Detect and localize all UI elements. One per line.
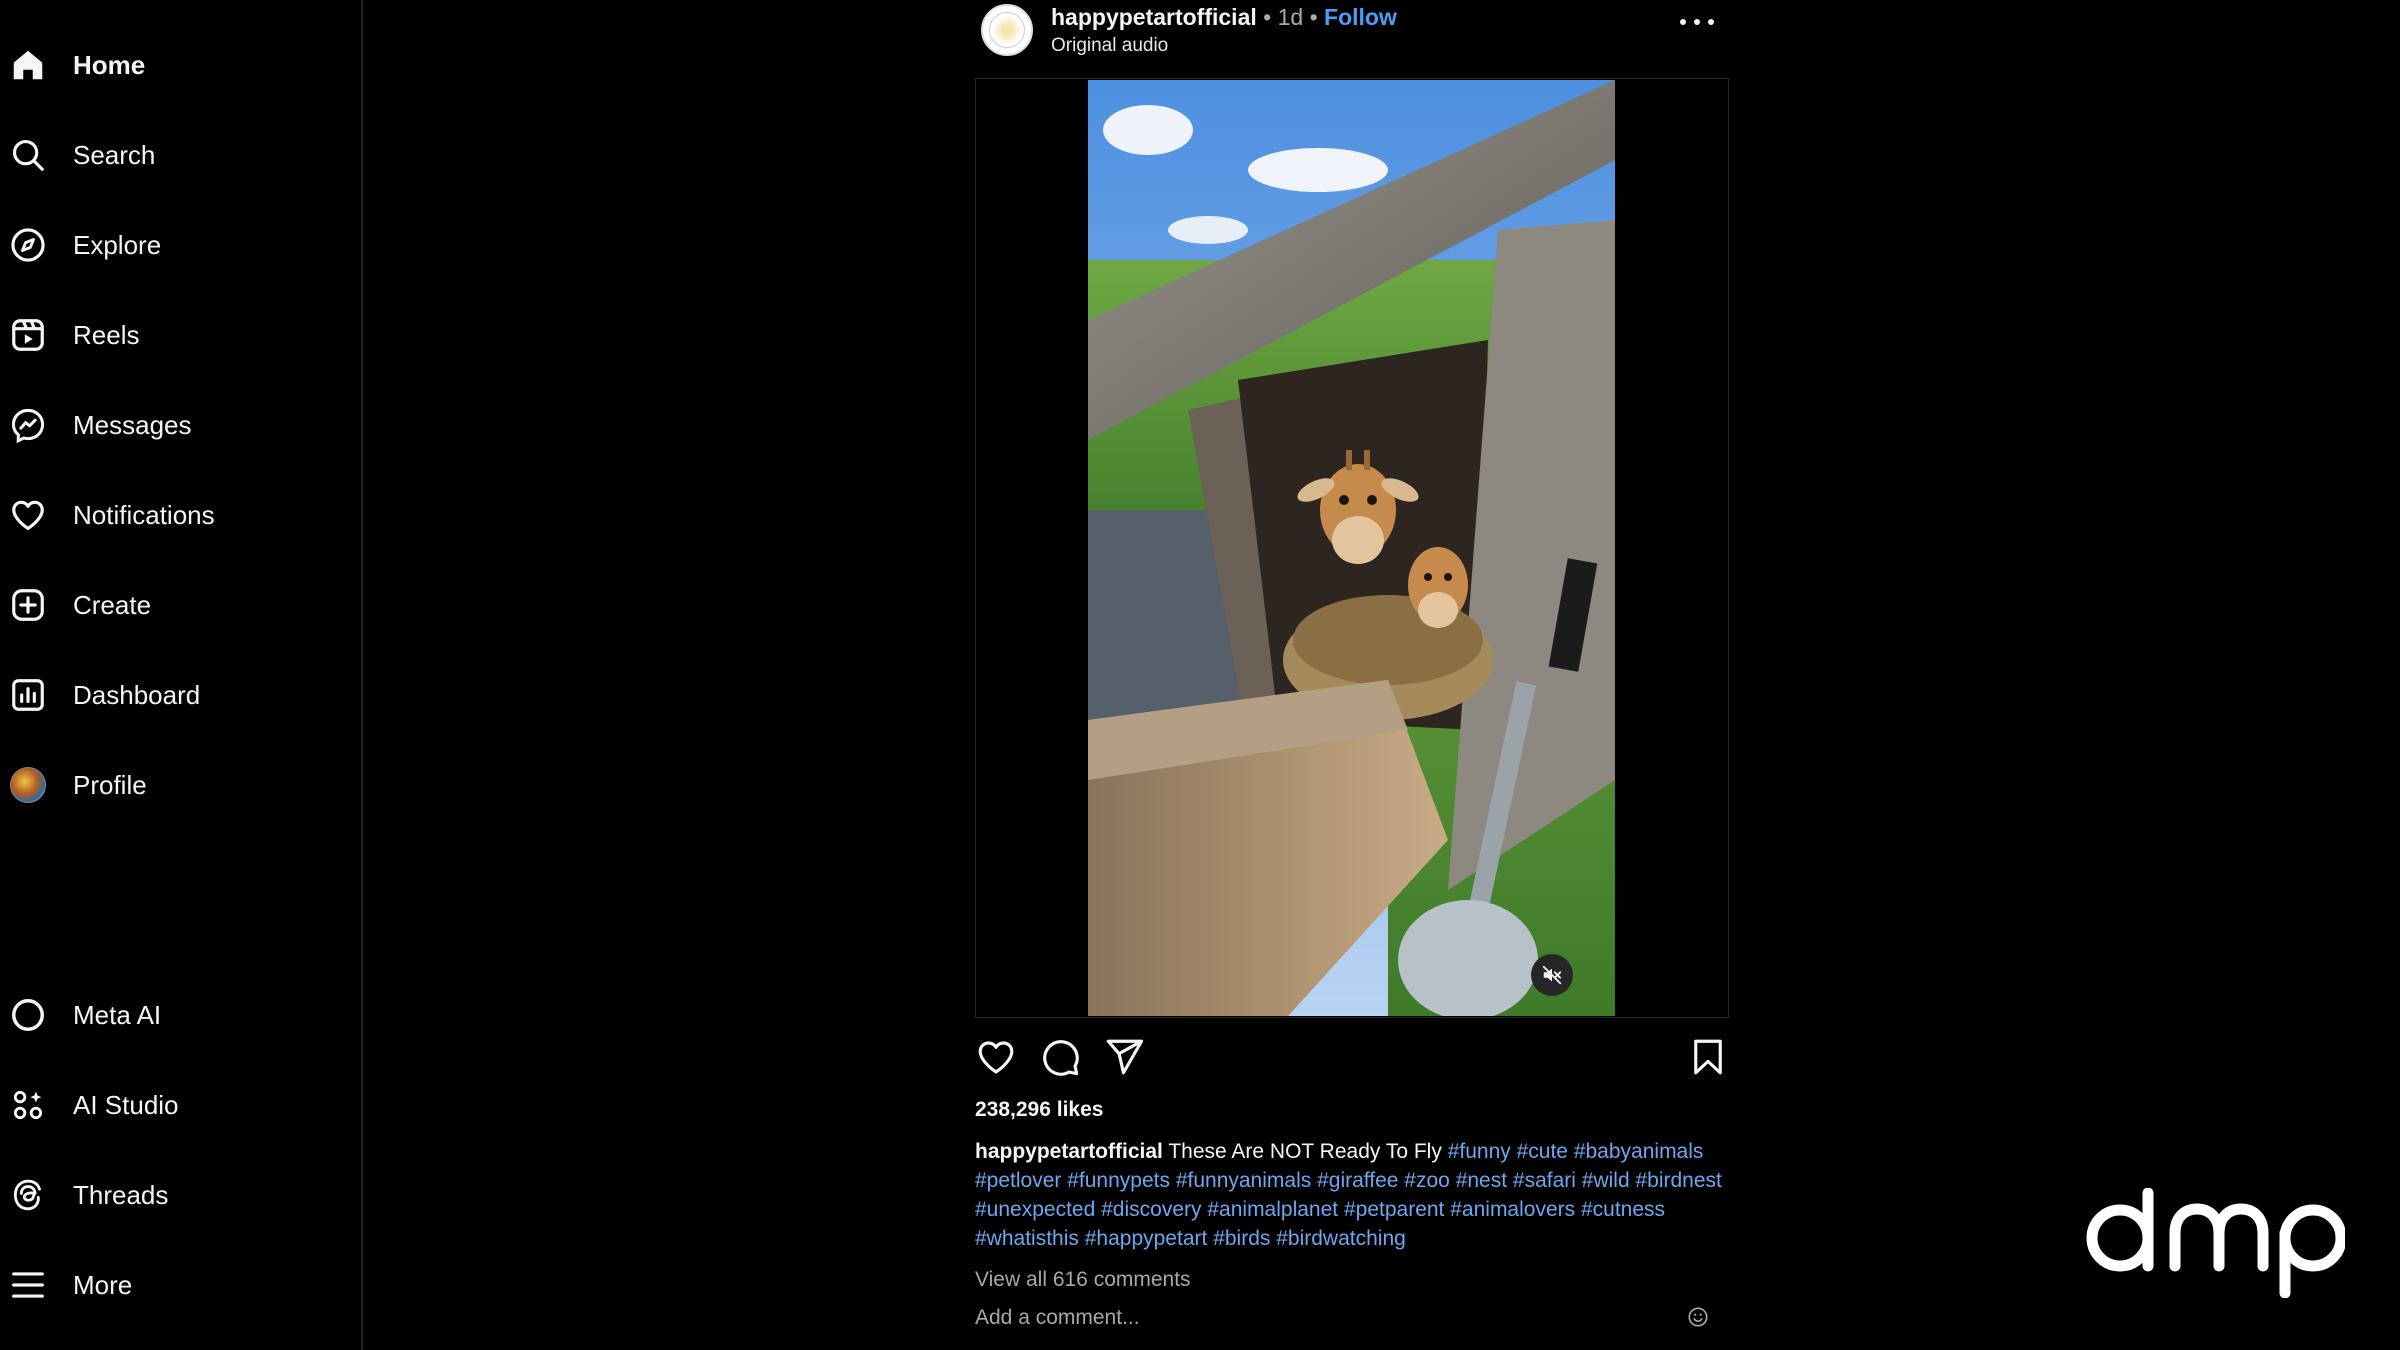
video-scene [1088,80,1615,1016]
muted-speaker-icon [1542,965,1562,985]
sidebar-item-label: Notifications [73,499,215,530]
hashtag[interactable]: #animalovers [1450,1198,1575,1221]
sidebar-item-more[interactable]: More [8,1255,348,1315]
sidebar-item-label: Reels [73,319,140,350]
separator-dot: • [1263,4,1272,30]
sidebar-item-label: Messages [73,409,192,440]
hashtag[interactable]: #birds [1213,1227,1270,1250]
hashtag[interactable]: #funny [1448,1140,1511,1163]
sidebar-item-home[interactable]: Home [8,35,348,95]
post-audio[interactable]: Original audio [1051,35,1168,57]
plus-square-icon [8,585,48,625]
sidebar: Home Search Explore Reels Messages Notif… [0,0,363,1350]
mute-button[interactable] [1531,954,1573,996]
post-username[interactable]: happypetartofficial [1051,4,1257,30]
like-icon[interactable] [975,1036,1017,1078]
sidebar-item-meta-ai[interactable]: Meta AI [8,985,348,1045]
post-media[interactable] [975,78,1729,1018]
hashtag[interactable]: #funnypets [1067,1169,1170,1192]
hashtag[interactable]: #cutness [1581,1198,1665,1221]
share-icon[interactable] [1103,1036,1145,1078]
view-comments-link[interactable]: View all 616 comments [975,1268,1191,1292]
hashtag[interactable]: #safari [1513,1169,1576,1192]
sidebar-item-explore[interactable]: Explore [8,215,348,275]
sidebar-item-search[interactable]: Search [8,125,348,185]
hashtag[interactable]: #birdnest [1635,1169,1721,1192]
post-actions [975,1036,1729,1082]
search-icon [8,135,48,175]
emoji-icon[interactable] [1687,1306,1709,1328]
messenger-icon [8,405,48,445]
post-avatar[interactable] [981,4,1033,56]
menu-icon [8,1265,48,1305]
hashtag[interactable]: #animalplanet [1207,1198,1338,1221]
hashtag[interactable]: #unexpected [975,1198,1095,1221]
threads-icon [8,1175,48,1215]
hashtag[interactable]: #birdwatching [1276,1227,1406,1250]
sidebar-item-label: Profile [73,769,147,800]
heart-icon [8,495,48,535]
comment-input[interactable]: Add a comment... [975,1306,1729,1330]
likes-count[interactable]: 238,296 likes [975,1098,1103,1122]
avatar [10,767,46,803]
comment-icon[interactable] [1039,1036,1081,1078]
hashtag[interactable]: #happypetart [1085,1227,1208,1250]
home-icon [8,45,48,85]
hashtag[interactable]: #discovery [1101,1198,1201,1221]
meta-ai-icon [8,995,48,1035]
sidebar-item-notifications[interactable]: Notifications [8,485,348,545]
chart-icon [8,675,48,715]
post-time: 1d [1277,4,1304,30]
video-frame[interactable] [1088,80,1615,1016]
hashtag[interactable]: #giraffee [1317,1169,1398,1192]
reels-icon [8,315,48,355]
hashtag[interactable]: #petlover [975,1169,1061,1192]
post-caption: happypetartofficial These Are NOT Ready … [975,1137,1725,1253]
avatar-logo [989,12,1025,48]
sidebar-item-messages[interactable]: Messages [8,395,348,455]
save-bookmark-icon[interactable] [1687,1036,1729,1078]
caption-text: These Are NOT Ready To Fly [1168,1140,1442,1163]
hashtag[interactable]: #wild [1582,1169,1630,1192]
sidebar-item-label: More [73,1269,133,1300]
profile-avatar-wrap [8,765,48,805]
hashtag[interactable]: #whatisthis [975,1227,1079,1250]
sidebar-item-label: AI Studio [73,1089,179,1120]
sidebar-item-label: Meta AI [73,999,162,1030]
caption-username[interactable]: happypetartofficial [975,1140,1163,1163]
follow-button[interactable]: Follow [1324,4,1397,30]
compass-icon [8,225,48,265]
sidebar-item-ai-studio[interactable]: AI Studio [8,1075,348,1135]
sidebar-item-threads[interactable]: Threads [8,1165,348,1225]
sidebar-item-label: Threads [73,1179,169,1210]
hashtag[interactable]: #funnyanimals [1176,1169,1311,1192]
sidebar-item-reels[interactable]: Reels [8,305,348,365]
sidebar-item-label: Home [73,49,146,80]
sidebar-item-label: Create [73,589,152,620]
hashtag[interactable]: #babyanimals [1574,1140,1704,1163]
hashtag[interactable]: #petparent [1344,1198,1444,1221]
post-meta: happypetartofficial • 1d • Follow [1051,4,1397,31]
separator-dot: • [1309,4,1318,30]
hashtag[interactable]: #zoo [1404,1169,1450,1192]
sidebar-item-label: Dashboard [73,679,201,710]
ai-studio-icon [8,1085,48,1125]
hashtag[interactable]: #cute [1517,1140,1568,1163]
hashtag[interactable]: #nest [1456,1169,1507,1192]
sidebar-item-label: Explore [73,229,162,260]
post: happypetartofficial • 1d • Follow Origin… [975,0,1729,1350]
sidebar-item-profile[interactable]: Profile [8,755,348,815]
sidebar-item-create[interactable]: Create [8,575,348,635]
dmp-watermark-logo [2085,1187,2347,1299]
post-header: happypetartofficial • 1d • Follow Origin… [975,0,1729,72]
sidebar-item-dashboard[interactable]: Dashboard [8,665,348,725]
sidebar-item-label: Search [73,139,156,170]
more-options-icon[interactable] [1680,14,1714,30]
